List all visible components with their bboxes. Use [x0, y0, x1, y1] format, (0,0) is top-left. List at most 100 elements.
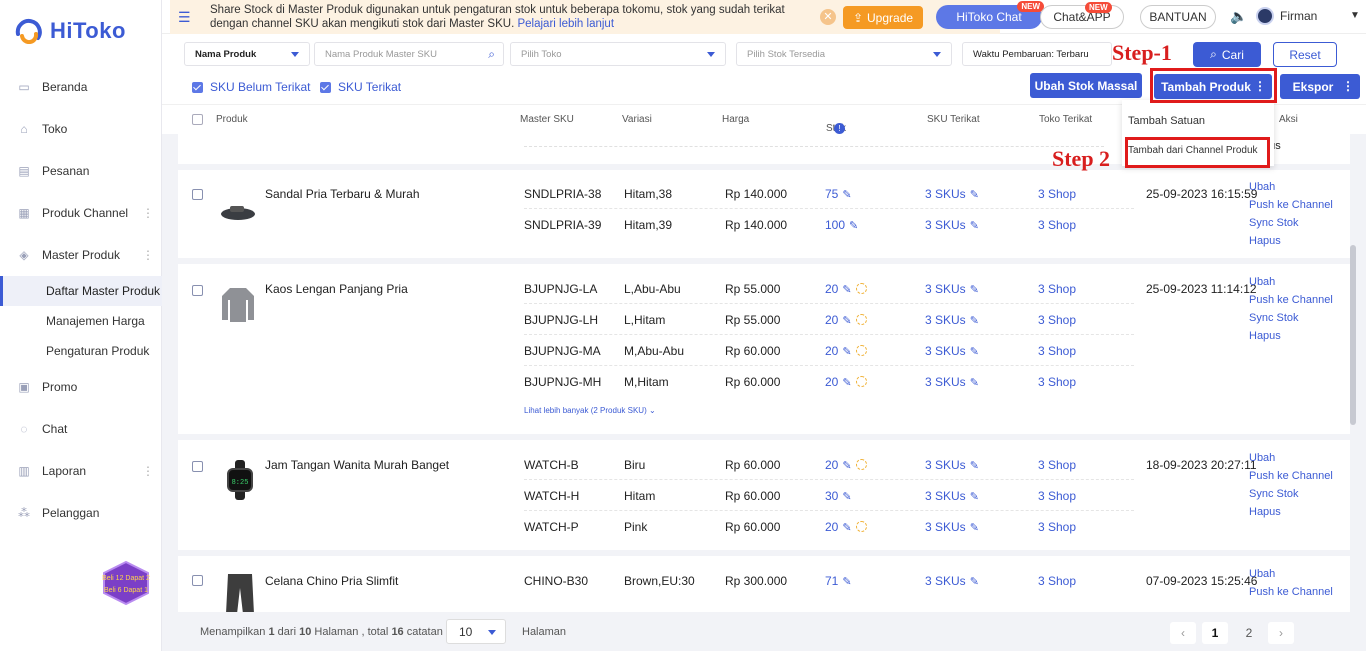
edit-icon[interactable]: ✎	[970, 314, 979, 327]
chat-app-button[interactable]: Chat&APP NEW	[1040, 2, 1124, 29]
ekspor-button[interactable]: Ekspor ⋮	[1280, 74, 1360, 99]
hapus-link[interactable]: Hapus	[1249, 327, 1333, 345]
sku-terikat-link[interactable]: 3 SKUs ✎	[925, 375, 979, 389]
push-ke-channel-link[interactable]: Push ke Channel	[1249, 196, 1333, 214]
stock-value[interactable]: 100 ✎	[825, 218, 858, 232]
menu-toggle-icon[interactable]: ☰	[178, 9, 196, 26]
page-1-button[interactable]: 1	[1202, 622, 1228, 644]
ubah-link[interactable]: Ubah	[1249, 565, 1333, 583]
next-page-button[interactable]: ›	[1268, 622, 1294, 644]
ubah-stok-massal-button[interactable]: Ubah Stok Massal	[1030, 73, 1142, 98]
tambah-satuan-option[interactable]: Tambah Satuan	[1128, 115, 1205, 127]
sidebar-item-pesanan[interactable]: ▤ Pesanan	[0, 150, 162, 192]
more-options-icon[interactable]: ⋮	[1342, 79, 1354, 93]
edit-icon[interactable]: ✎	[842, 314, 851, 327]
sidebar-item-master-produk[interactable]: ◈ Master Produk ⋮	[0, 234, 162, 276]
stock-value[interactable]: 20 ✎	[825, 375, 867, 389]
cari-button[interactable]: ⌕ Cari	[1193, 42, 1261, 67]
edit-icon[interactable]: ✎	[842, 345, 851, 358]
edit-icon[interactable]: ✎	[970, 345, 979, 358]
toko-terikat-link[interactable]: 3 Shop	[1038, 218, 1076, 232]
product-name[interactable]: Sandal Pria Terbaru & Murah	[265, 187, 420, 201]
toko-terikat-link[interactable]: 3 Shop	[1038, 574, 1076, 588]
sku-belum-terikat-checkbox[interactable]: SKU Belum Terikat	[192, 80, 310, 94]
toko-select[interactable]: Pilih Toko	[510, 42, 726, 66]
stock-value[interactable]: 20 ✎	[825, 520, 867, 534]
sidebar-item-produk-channel[interactable]: ▦ Produk Channel ⋮	[0, 192, 162, 234]
sidebar-subitem-manajemen-harga[interactable]: Manajemen Harga	[0, 306, 162, 336]
push-ke-channel-link[interactable]: Push ke Channel	[1249, 583, 1333, 601]
sku-terikat-link[interactable]: 3 SKUs ✎	[925, 313, 979, 327]
select-all-checkbox[interactable]	[192, 114, 203, 125]
info-icon[interactable]: !	[834, 123, 845, 134]
reset-button[interactable]: Reset	[1273, 42, 1337, 67]
toko-terikat-link[interactable]: 3 Shop	[1038, 375, 1076, 389]
ubah-link[interactable]: Ubah	[1249, 273, 1333, 291]
per-page-select[interactable]: 10	[446, 619, 506, 644]
page-2-button[interactable]: 2	[1236, 622, 1262, 644]
edit-icon[interactable]: ✎	[970, 521, 979, 534]
row-checkbox[interactable]	[192, 189, 203, 200]
edit-icon[interactable]: ✎	[970, 219, 979, 232]
toko-terikat-link[interactable]: 3 Shop	[1038, 313, 1076, 327]
stock-value[interactable]: 20 ✎	[825, 282, 867, 296]
hitoko-logo[interactable]: HiToko	[14, 18, 126, 44]
stock-value[interactable]: 30 ✎	[825, 489, 852, 503]
sort-select[interactable]: Waktu Pembaruan: Terbaru	[962, 42, 1112, 66]
edit-icon[interactable]: ✎	[970, 188, 979, 201]
learn-more-link[interactable]: Pelajari lebih lanjut	[517, 18, 614, 30]
ubah-link[interactable]: Ubah	[1249, 449, 1333, 467]
push-ke-channel-link[interactable]: Push ke Channel	[1249, 467, 1333, 485]
sku-terikat-link[interactable]: 3 SKUs ✎	[925, 218, 979, 232]
sidebar-subitem-daftar-master-produk[interactable]: Daftar Master Produk	[0, 276, 162, 306]
search-input[interactable]: Nama Produk Master SKU ⌕	[314, 42, 504, 66]
edit-icon[interactable]: ✎	[842, 283, 851, 296]
stok-select[interactable]: Pilih Stok Tersedia	[736, 42, 952, 66]
edit-icon[interactable]: ✎	[970, 490, 979, 503]
toko-terikat-link[interactable]: 3 Shop	[1038, 458, 1076, 472]
sidebar-item-promo[interactable]: ▣ Promo	[0, 366, 162, 408]
toko-terikat-link[interactable]: 3 Shop	[1038, 489, 1076, 503]
product-name[interactable]: Celana Chino Pria Slimfit	[265, 574, 398, 588]
search-icon[interactable]: ⌕	[488, 47, 495, 62]
edit-icon[interactable]: ✎	[849, 219, 858, 232]
edit-icon[interactable]: ✎	[970, 376, 979, 389]
product-name[interactable]: Kaos Lengan Panjang Pria	[265, 282, 408, 296]
sidebar-item-chat[interactable]: ◌ Chat	[0, 408, 162, 450]
bantuan-button[interactable]: BANTUAN	[1140, 5, 1216, 29]
sidebar-subitem-pengaturan-produk[interactable]: Pengaturan Produk	[0, 336, 162, 366]
sync-stok-link[interactable]: Sync Stok	[1249, 214, 1333, 232]
edit-icon[interactable]: ✎	[842, 376, 851, 389]
hapus-link[interactable]: Hapus	[1249, 232, 1333, 250]
edit-icon[interactable]: ✎	[842, 575, 851, 588]
sync-stok-link[interactable]: Sync Stok	[1249, 485, 1333, 503]
scrollbar[interactable]	[1350, 245, 1356, 425]
toko-terikat-link[interactable]: 3 Shop	[1038, 187, 1076, 201]
sku-terikat-link[interactable]: 3 SKUs ✎	[925, 458, 979, 472]
toko-terikat-link[interactable]: 3 Shop	[1038, 282, 1076, 296]
row-checkbox[interactable]	[192, 575, 203, 586]
upgrade-button[interactable]: ⇪ Upgrade	[843, 6, 923, 29]
stock-value[interactable]: 20 ✎	[825, 344, 867, 358]
edit-icon[interactable]: ✎	[842, 490, 851, 503]
sidebar-item-laporan[interactable]: ▥ Laporan ⋮	[0, 450, 162, 492]
sidebar-item-beranda[interactable]: ▭ Beranda	[0, 66, 162, 108]
hapus-link[interactable]: Hapus	[1249, 503, 1333, 521]
product-name[interactable]: Jam Tangan Wanita Murah Banget	[265, 458, 449, 472]
edit-icon[interactable]: ✎	[970, 459, 979, 472]
sync-stok-link[interactable]: Sync Stok	[1249, 309, 1333, 327]
sku-terikat-link[interactable]: 3 SKUs ✎	[925, 520, 979, 534]
edit-icon[interactable]: ✎	[970, 575, 979, 588]
promo-badge[interactable]: Beli 12 Dapat 2 Beli 6 Dapat 1	[100, 560, 152, 606]
field-select[interactable]: Nama Produk	[184, 42, 310, 66]
sku-terikat-link[interactable]: 3 SKUs ✎	[925, 282, 979, 296]
edit-icon[interactable]: ✎	[970, 283, 979, 296]
sku-terikat-checkbox[interactable]: SKU Terikat	[320, 80, 401, 94]
hitoko-chat-button[interactable]: HiToko Chat NEW	[936, 1, 1044, 29]
sku-terikat-link[interactable]: 3 SKUs ✎	[925, 489, 979, 503]
edit-icon[interactable]: ✎	[842, 521, 851, 534]
sku-terikat-link[interactable]: 3 SKUs ✎	[925, 187, 979, 201]
edit-icon[interactable]: ✎	[842, 188, 851, 201]
lihat-lebih-banyak-link[interactable]: Lihat lebih banyak (2 Produk SKU) ⌄	[524, 406, 656, 415]
row-checkbox[interactable]	[192, 285, 203, 296]
